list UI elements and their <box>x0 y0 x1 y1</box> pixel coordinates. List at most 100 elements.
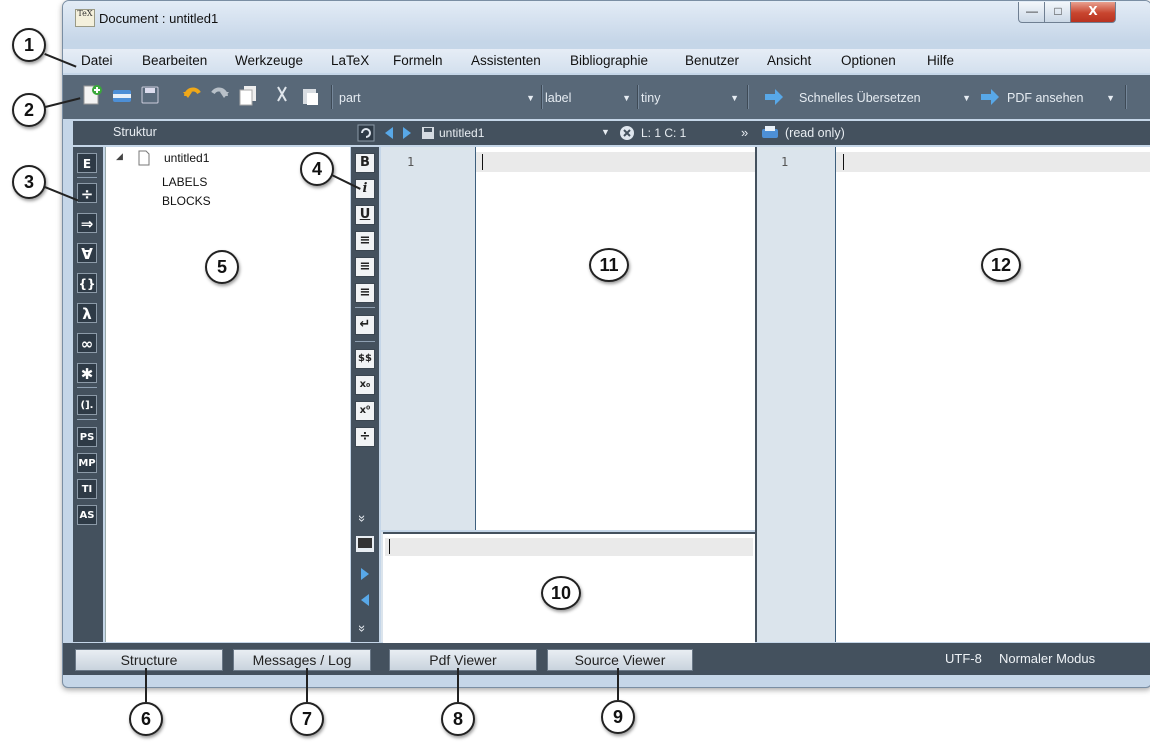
editor-filename[interactable]: untitled1 <box>439 126 484 140</box>
most-used-symbols-icon[interactable]: ∞ <box>77 333 97 353</box>
toolbar-separator <box>331 85 333 109</box>
sectioning-combo-value: part <box>339 91 361 105</box>
print-icon[interactable] <box>761 125 779 141</box>
align-center-icon[interactable]: ≡ <box>355 257 375 277</box>
menu-bar: Datei Bearbeiten Werkzeuge LaTeX Formeln… <box>63 49 1150 73</box>
new-file-icon[interactable] <box>81 84 103 106</box>
align-right-icon[interactable]: ≡ <box>355 283 375 303</box>
paste-icon[interactable] <box>299 84 321 106</box>
messages-current-line[interactable] <box>385 538 753 556</box>
metapost-icon[interactable]: MP <box>77 453 97 473</box>
callout-7-leader <box>306 668 308 702</box>
arrow-right-icon[interactable] <box>763 86 785 108</box>
delimiters-icon[interactable]: {} <box>77 273 97 293</box>
menu-assistenten[interactable]: Assistenten <box>471 53 541 68</box>
document-icon <box>138 150 150 166</box>
menu-optionen[interactable]: Optionen <box>841 53 896 68</box>
next-document-icon[interactable] <box>401 125 413 141</box>
chevron-down-icon: ▼ <box>962 93 971 103</box>
align-left-icon[interactable]: ≡ <box>355 231 375 251</box>
close-document-icon[interactable] <box>619 125 635 141</box>
undo-icon[interactable] <box>181 84 203 106</box>
tree-root-untitled1[interactable]: untitled1 <box>164 151 209 165</box>
arrow-symbols-icon[interactable]: ⇒ <box>77 213 97 233</box>
next-error-icon[interactable] <box>359 567 371 581</box>
save-icon[interactable] <box>421 126 435 140</box>
relations-symbols-icon[interactable]: ÷ <box>77 183 97 203</box>
menu-ansicht[interactable]: Ansicht <box>767 53 811 68</box>
messages-console-icon[interactable] <box>355 535 375 553</box>
maximize-button[interactable]: □ <box>1044 2 1072 23</box>
toolbar-separator <box>747 85 749 109</box>
toolbar-separator <box>355 307 375 308</box>
math-mode-icon[interactable]: $$ <box>355 349 375 369</box>
bold-icon[interactable]: B <box>355 153 375 173</box>
save-icon[interactable] <box>139 84 161 106</box>
structure-tree[interactable]: ◢ untitled1 LABELS BLOCKS <box>105 147 350 642</box>
misc-symbols-icon[interactable]: ∀ <box>77 243 97 263</box>
subscript-icon[interactable]: x₀ <box>355 375 375 395</box>
tree-item-labels[interactable]: LABELS <box>162 175 207 189</box>
tikz-icon[interactable]: TI <box>77 479 97 499</box>
menu-hilfe[interactable]: Hilfe <box>927 53 954 68</box>
title-bar[interactable]: TeX Document : untitled1 — □ X <box>63 1 1150 41</box>
favorite-symbols-icon[interactable]: ✱ <box>77 363 97 383</box>
refresh-structure-icon[interactable] <box>357 124 375 142</box>
underline-icon[interactable]: U <box>355 205 375 225</box>
greek-letters-icon[interactable]: λ <box>77 303 97 323</box>
encoding-status[interactable]: UTF-8 <box>945 651 982 666</box>
more-tools-icon[interactable]: » <box>355 625 370 632</box>
menu-bibliographie[interactable]: Bibliographie <box>570 53 648 68</box>
cut-icon[interactable] <box>271 84 293 106</box>
menu-werkzeuge[interactable]: Werkzeuge <box>235 53 303 68</box>
view-pdf-combo[interactable]: PDF ansehen ▼ <box>1007 88 1119 108</box>
viewer-current-line[interactable] <box>836 152 1150 172</box>
previous-document-icon[interactable] <box>383 125 395 141</box>
left-right-delimiters-icon[interactable]: (]. <box>77 395 97 415</box>
status-bar: Structure Messages / Log Pdf Viewer Sour… <box>63 643 1150 675</box>
close-button[interactable]: X <box>1070 2 1116 23</box>
quick-build-combo[interactable]: Schnelles Übersetzen ▼ <box>799 88 975 108</box>
previous-error-icon[interactable] <box>359 593 371 607</box>
superscript-icon[interactable]: x⁰ <box>355 401 375 421</box>
callout-9: 9 <box>601 700 635 734</box>
editor-text-area[interactable] <box>475 147 756 530</box>
tree-expand-icon[interactable]: ◢ <box>116 151 123 162</box>
fraction-icon[interactable]: ÷ <box>355 427 375 447</box>
menu-latex[interactable]: LaTeX <box>331 53 369 68</box>
tree-item-blocks[interactable]: BLOCKS <box>162 194 211 208</box>
menu-bearbeiten[interactable]: Bearbeiten <box>142 53 207 68</box>
sidebar-separator <box>77 387 97 388</box>
sectioning-combo[interactable]: part ▼ <box>339 88 539 108</box>
copy-icon[interactable] <box>237 84 259 106</box>
toolbar-separator <box>1125 85 1127 109</box>
chevron-down-icon[interactable]: ▼ <box>601 127 610 137</box>
minimize-button[interactable]: — <box>1018 2 1046 23</box>
source-viewer-text[interactable] <box>835 147 1150 642</box>
menu-benutzer[interactable]: Benutzer <box>685 53 739 68</box>
new-line-icon[interactable]: ↵ <box>355 315 375 335</box>
arrow-right-icon[interactable] <box>979 86 1001 108</box>
asymptote-icon[interactable]: AS <box>77 505 97 525</box>
window-title: Document : untitled1 <box>99 11 219 26</box>
tab-structure[interactable]: Structure <box>75 649 223 671</box>
texmaker-app-icon: TeX <box>75 9 95 27</box>
editor-current-line[interactable] <box>476 152 755 172</box>
overflow-icon[interactable]: » <box>741 125 748 140</box>
redo-icon[interactable] <box>209 84 231 106</box>
main-toolbar: part ▼ label ▼ tiny ▼ Schnelles Übersetz… <box>63 75 1150 119</box>
open-file-icon[interactable] <box>111 84 133 106</box>
pstricks-icon[interactable]: PS <box>77 427 97 447</box>
tab-messages-log[interactable]: Messages / Log <box>233 649 371 671</box>
structure-panel-header: Struktur <box>73 121 351 145</box>
structure-view-icon[interactable]: E <box>77 153 97 173</box>
tab-source-viewer[interactable]: Source Viewer <box>547 649 693 671</box>
tab-pdf-viewer[interactable]: Pdf Viewer <box>389 649 537 671</box>
menu-formeln[interactable]: Formeln <box>393 53 443 68</box>
menu-datei[interactable]: Datei <box>81 53 113 68</box>
chevron-down-icon: ▼ <box>526 93 535 103</box>
more-tools-icon[interactable]: » <box>355 515 370 522</box>
viewer-line-gutter: 1 <box>755 147 837 642</box>
font-size-combo[interactable]: tiny ▼ <box>641 88 743 108</box>
references-combo[interactable]: label ▼ <box>545 88 635 108</box>
